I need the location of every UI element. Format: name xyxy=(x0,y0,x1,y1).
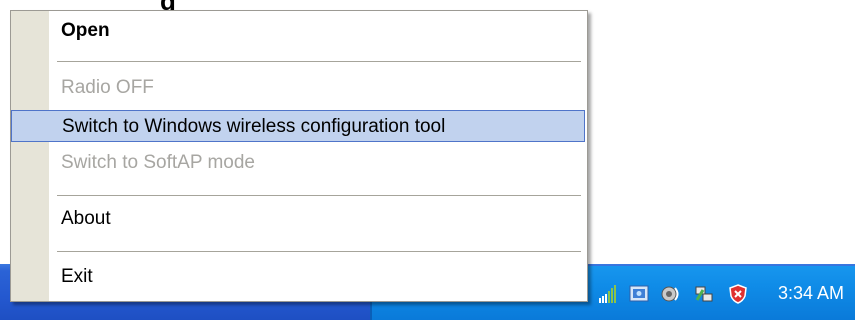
menu-item-switch-softap: Switch to SoftAP mode xyxy=(61,152,255,173)
menu-separator xyxy=(57,251,581,252)
menu-item-about[interactable]: About xyxy=(49,203,585,235)
menu-item-open[interactable]: Open xyxy=(49,15,585,47)
menu-item-exit[interactable]: Exit xyxy=(49,261,585,293)
network-icon[interactable] xyxy=(629,284,649,304)
tray-context-menu: Open Radio OFF Switch to Windows wireles… xyxy=(10,10,588,302)
menu-item-switch-windows-wireless[interactable]: Switch to Windows wireless configuration… xyxy=(11,110,585,142)
connection-icon[interactable] xyxy=(694,284,714,304)
menu-separator xyxy=(57,195,581,196)
security-shield-icon[interactable] xyxy=(728,284,748,304)
speaker-icon[interactable] xyxy=(661,284,681,304)
signal-strength-icon[interactable] xyxy=(598,284,618,304)
taskbar-clock[interactable]: 3:34 AM xyxy=(778,283,844,304)
menu-gutter xyxy=(11,11,49,301)
menu-item-radio-off: Radio OFF xyxy=(61,77,154,98)
menu-separator xyxy=(57,61,581,62)
